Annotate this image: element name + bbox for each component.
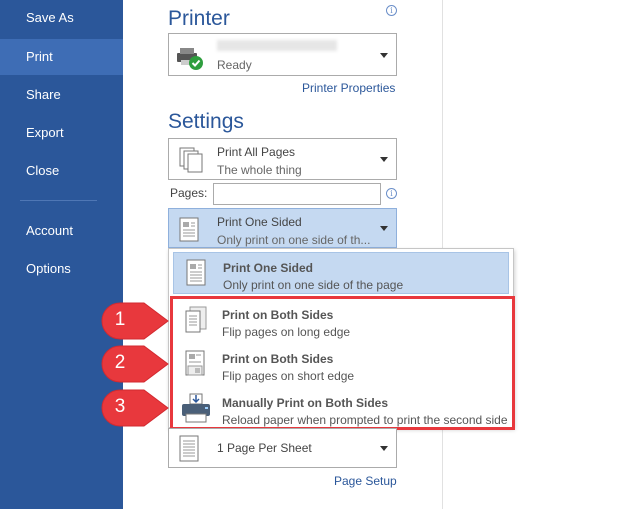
chevron-down-icon <box>380 226 388 231</box>
nav-print[interactable]: Print <box>0 39 123 75</box>
callout-number: 1 <box>114 309 126 330</box>
nav-account[interactable]: Account <box>0 213 123 249</box>
option-label: Print One Sided <box>223 261 314 275</box>
sides-desc: Only print on one side of th... <box>217 233 371 247</box>
info-icon[interactable]: i <box>386 188 397 199</box>
sides-label: Print One Sided <box>217 215 302 229</box>
chevron-down-icon <box>380 157 388 162</box>
callout-highlight-box <box>170 296 515 430</box>
backstage-sidebar: Save As Print Share Export Close Account… <box>0 0 123 509</box>
one-sided-page-icon <box>179 217 199 242</box>
option-desc: Only print on one side of the page <box>223 278 404 292</box>
pages-per-sheet-dropdown[interactable]: 1 Page Per Sheet <box>168 428 397 468</box>
printer-status: Ready <box>217 58 252 72</box>
callout-badge-2: 2 <box>100 345 169 383</box>
chevron-down-icon <box>380 446 388 451</box>
nav-close[interactable]: Close <box>0 153 123 189</box>
pages-per-sheet-label: 1 Page Per Sheet <box>217 441 312 455</box>
print-range-label: Print All Pages <box>217 145 296 159</box>
printer-dropdown[interactable]: Ready <box>168 33 397 76</box>
printer-title: Printer <box>168 7 230 30</box>
nav-divider <box>20 200 97 201</box>
printer-icon <box>177 48 203 70</box>
settings-title: Settings <box>168 110 244 133</box>
callout-number: 2 <box>114 352 126 373</box>
chevron-down-icon <box>380 52 388 58</box>
printer-properties-link[interactable]: Printer Properties <box>302 81 395 95</box>
callout-badge-3: 3 <box>100 389 169 427</box>
pages-input[interactable] <box>213 183 381 205</box>
info-icon[interactable]: i <box>386 5 397 16</box>
page-setup-link[interactable]: Page Setup <box>334 474 397 488</box>
sides-dropdown[interactable]: Print One Sided Only print on one side o… <box>168 208 397 248</box>
print-range-desc: The whole thing <box>217 163 302 177</box>
print-range-dropdown[interactable]: Print All Pages The whole thing <box>168 138 397 180</box>
pages-stack-icon <box>179 147 203 173</box>
printer-name-blurred <box>217 40 337 51</box>
option-print-one-sided[interactable]: Print One Sided Only print on one side o… <box>173 252 509 294</box>
callout-badge-1: 1 <box>100 302 169 340</box>
callout-number: 3 <box>114 396 126 417</box>
nav-save-as[interactable]: Save As <box>0 0 123 36</box>
pages-label: Pages: <box>170 186 208 200</box>
single-page-icon <box>179 435 199 462</box>
nav-share[interactable]: Share <box>0 77 123 113</box>
nav-export[interactable]: Export <box>0 115 123 151</box>
nav-options[interactable]: Options <box>0 251 123 287</box>
one-sided-page-icon <box>186 259 206 286</box>
